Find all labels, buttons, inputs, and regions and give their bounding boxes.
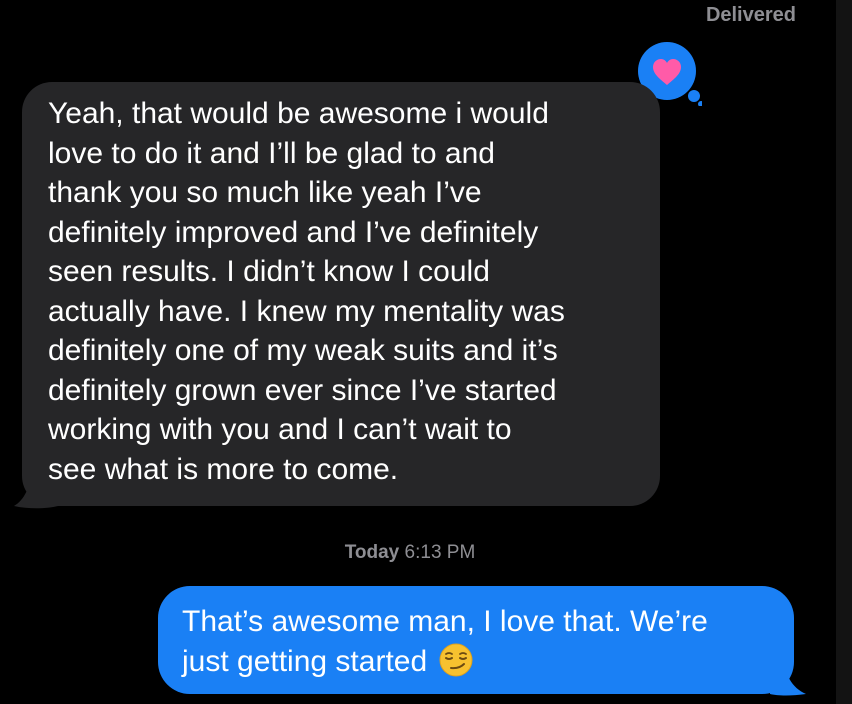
smirking-face-emoji: [439, 643, 473, 677]
smirk-emoji-icon: [439, 643, 473, 677]
incoming-message-text: Yeah, that would be awesome i would love…: [48, 97, 565, 486]
timestamp-day: Today: [344, 542, 400, 563]
timestamp-time: 6:13 PM: [404, 542, 476, 563]
outgoing-message-text: That’s awesome man, I love that. We’re j…: [182, 602, 782, 682]
window-edge: [836, 0, 852, 704]
message-timestamp: Today 6:13 PM: [0, 542, 820, 564]
delivery-status: Delivered: [705, 4, 796, 26]
